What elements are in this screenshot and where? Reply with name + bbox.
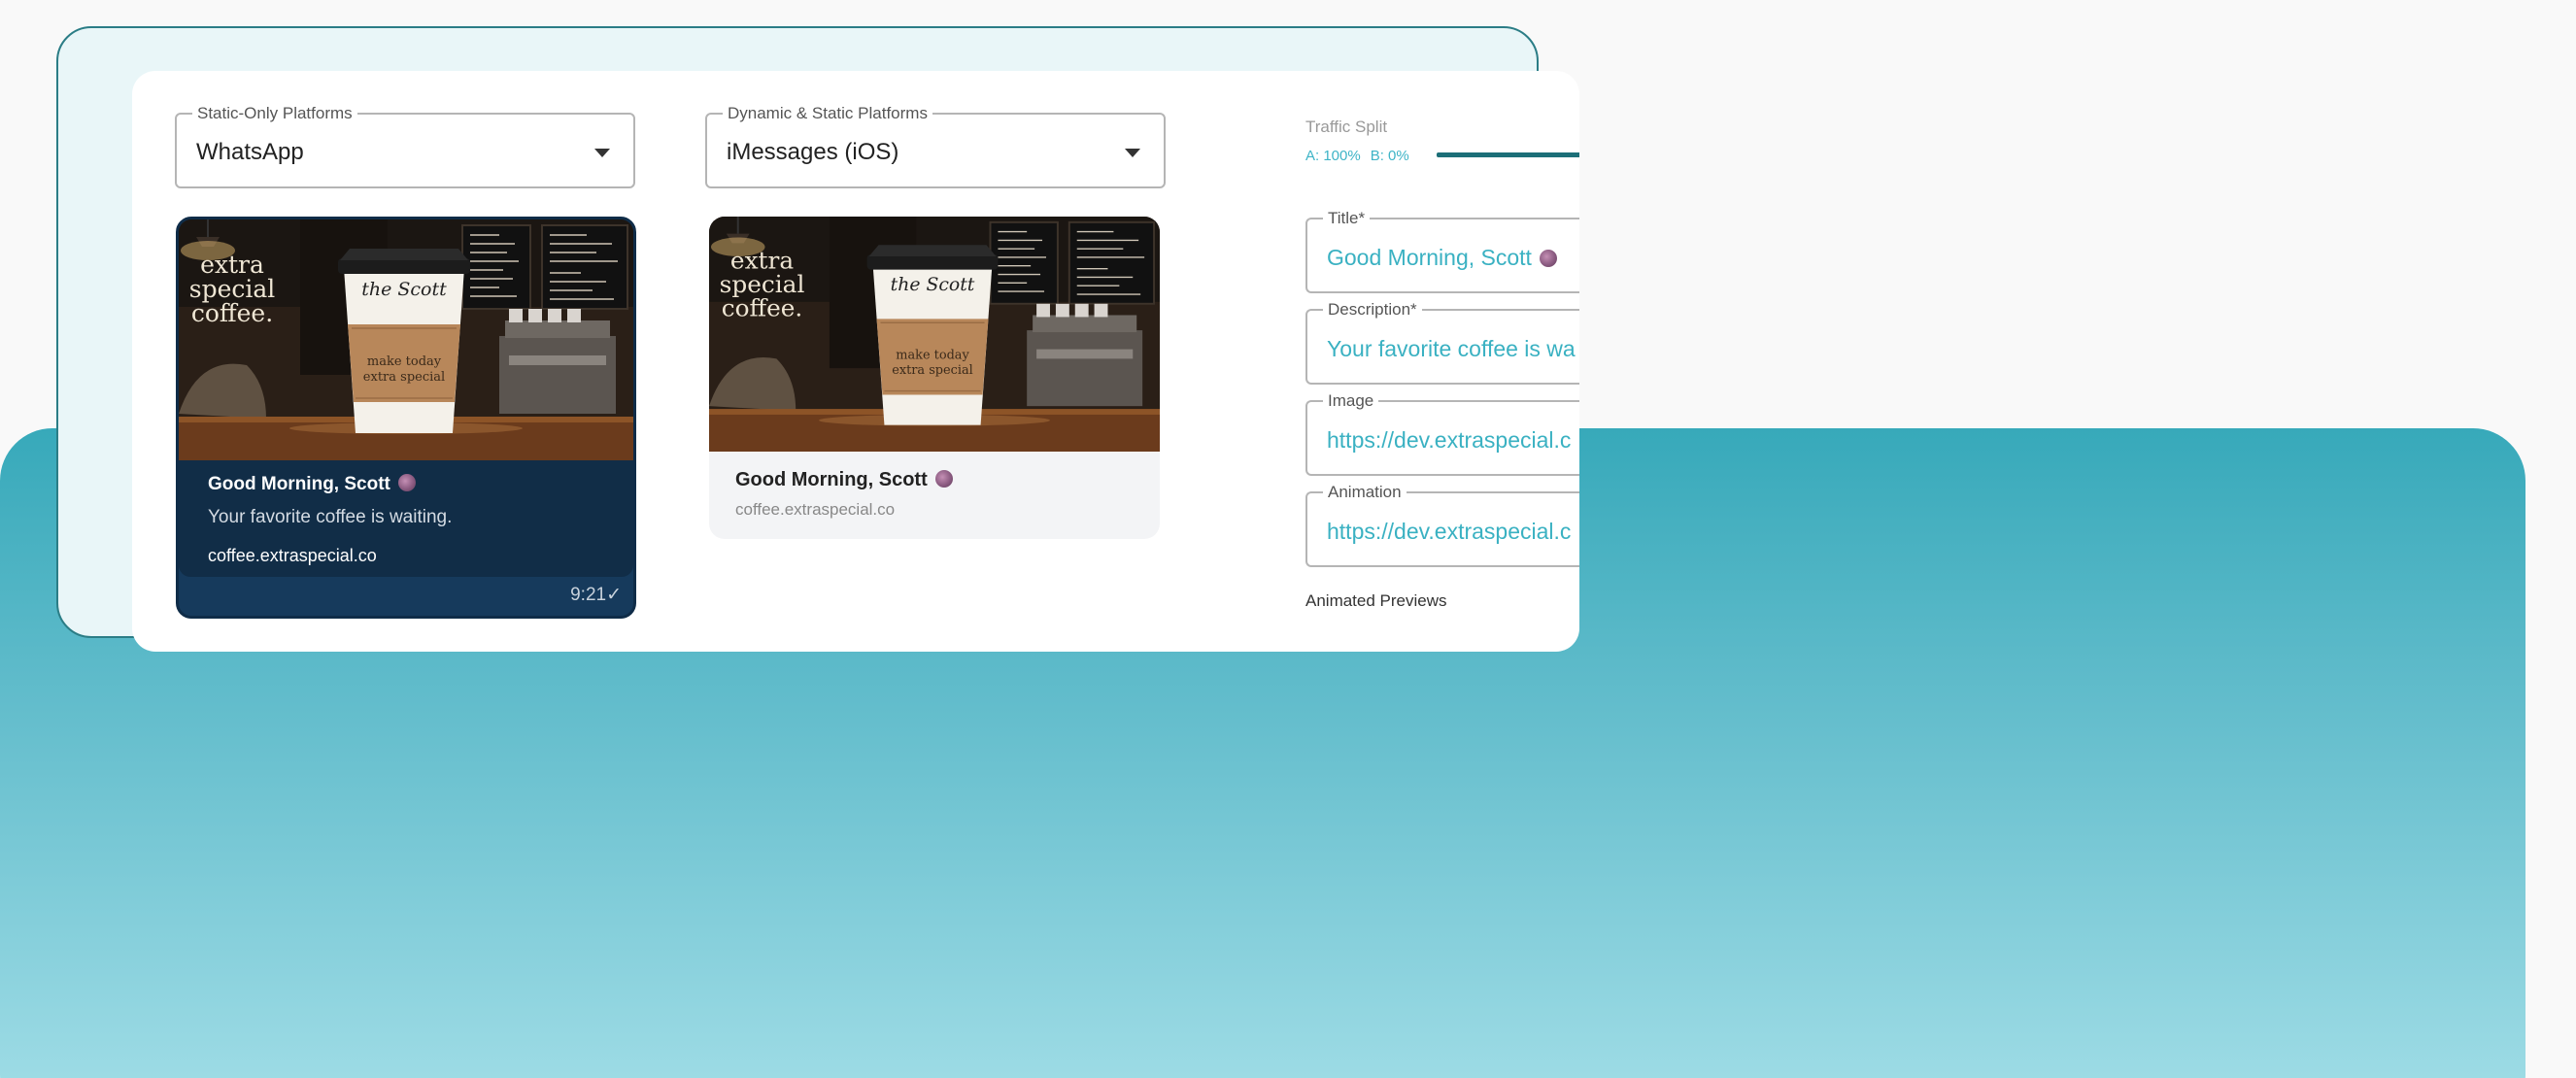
title-field-value[interactable]: Good Morning, Scott [1327,245,1557,271]
imessage-preview-title: Good Morning, Scott [735,469,953,491]
coffee-emoji-icon [1539,250,1557,267]
static-platforms-select[interactable]: Static-Only Platforms WhatsApp [175,104,635,188]
variant-b-share: B: 0% [1370,148,1409,164]
animation-field-label: Animation [1323,483,1407,502]
dynamic-platforms-value: iMessages (iOS) [727,139,899,165]
variant-a-share: A: 100% [1305,148,1361,164]
title-field-label: Title* [1323,209,1371,228]
description-field-label: Description* [1323,300,1422,320]
sleeve-line: extra special [892,363,973,378]
whatsapp-preview-description: Your favorite coffee is waiting. [208,507,453,527]
whatsapp-preview-body: Good Morning, Scott Your favorite coffee… [179,460,633,577]
sign-line: coffee. [722,294,803,322]
sleeve-line: extra special [363,370,445,385]
image-field-label: Image [1323,391,1379,411]
sleeve-line: make today [367,354,442,369]
traffic-split-label: Traffic Split [1305,118,1388,136]
traffic-split-slider[interactable] [1437,152,1579,157]
static-platforms-label: Static-Only Platforms [192,104,357,123]
coffee-preview-image: extra special coffee. the Scott make tod… [179,219,633,460]
traffic-split-fill [1437,152,1579,157]
traffic-split-values: A: 100% B: 0% [1305,148,1419,164]
static-platforms-value: WhatsApp [196,139,304,165]
preview-card-frame: Static-Only Platforms WhatsApp Dynamic &… [56,26,1579,652]
read-check-icon: ✓ [606,585,622,605]
message-timestamp: 9:21✓ [570,585,622,605]
whatsapp-preview-link[interactable]: coffee.extraspecial.co [208,546,377,566]
cup-handwriting: the Scott [891,275,975,295]
chevron-down-icon[interactable] [594,149,610,157]
coffee-emoji-icon [934,470,953,488]
animated-previews-heading: Animated Previews [1305,591,1447,610]
chevron-down-icon[interactable] [1125,149,1140,157]
coffee-preview-image: extra special coffee. the Scott make tod… [709,217,1160,452]
whatsapp-preview-title: Good Morning, Scott [208,474,416,495]
image-url-field[interactable]: Image https://dev.extraspecial.c [1305,391,1579,476]
animation-field-value[interactable]: https://dev.extraspecial.c [1327,519,1571,545]
description-field[interactable]: Description* Your favorite coffee is wa [1305,300,1579,385]
animation-url-field[interactable]: Animation https://dev.extraspecial.c [1305,483,1579,567]
dynamic-platforms-label: Dynamic & Static Platforms [723,104,932,123]
sign-line: coffee. [191,299,273,327]
title-field[interactable]: Title* Good Morning, Scott [1305,209,1579,293]
imessage-preview-link[interactable]: coffee.extraspecial.co [735,500,895,520]
description-field-value[interactable]: Your favorite coffee is wa [1327,336,1576,362]
coffee-emoji-icon [397,474,416,491]
whatsapp-link-preview: extra special coffee. the Scott make tod… [176,217,636,619]
cup-handwriting: the Scott [361,279,447,300]
sleeve-line: make today [896,348,969,362]
image-field-value[interactable]: https://dev.extraspecial.c [1327,427,1571,454]
dynamic-platforms-select[interactable]: Dynamic & Static Platforms iMessages (iO… [705,104,1166,188]
imessage-link-preview: extra special coffee. the Scott make tod… [709,217,1160,539]
preview-card: Static-Only Platforms WhatsApp Dynamic &… [132,71,1579,652]
